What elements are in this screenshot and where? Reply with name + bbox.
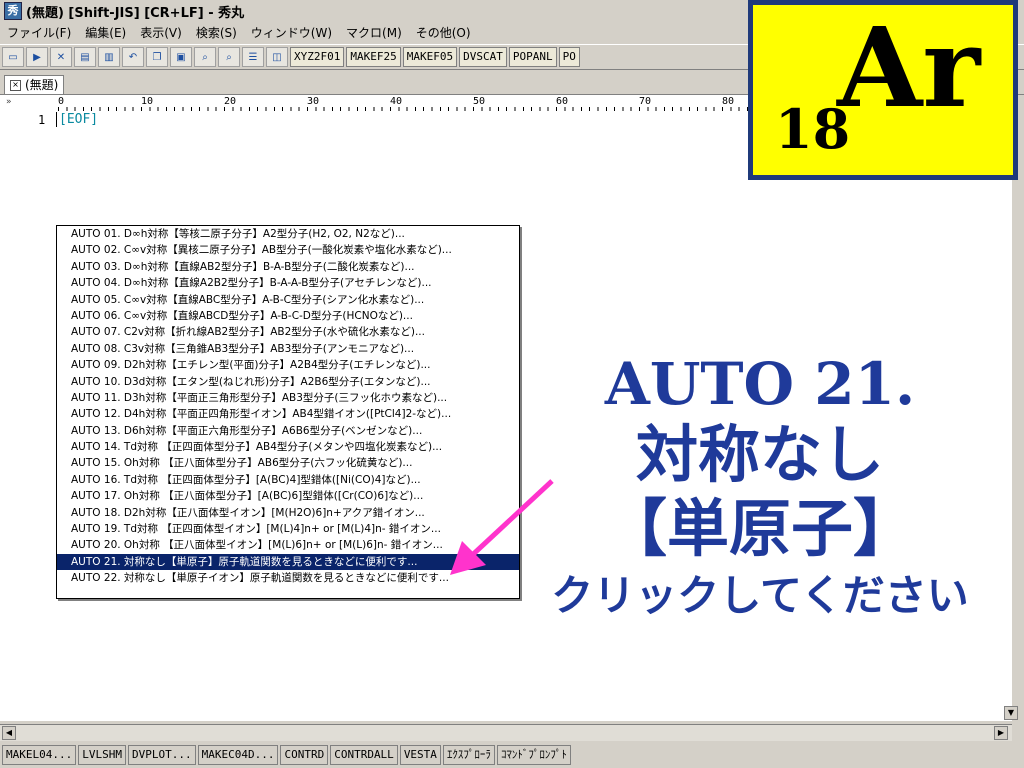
menu-other[interactable]: その他(O) — [409, 24, 478, 41]
status-bar: MAKEL04... LVLSHM DVPLOT... MAKEC04D... CONT… — [0, 742, 1024, 768]
instruction-annotation: AUTO 21. 対称なし 【単原子】 クリックしてください — [520, 350, 1000, 626]
annotation-line-4: クリックしてください — [551, 571, 969, 620]
popup-menu-item[interactable]: AUTO 02. C∞v対称【異核二原子分子】AB型分子(一酸化炭素や塩化水素な… — [57, 242, 519, 258]
popup-menu-item[interactable]: AUTO 09. D2h対称【エチレン型(平面)分子】A2B4型分子(エチレンな… — [57, 357, 519, 373]
statusbar-macro-button[interactable]: ｴｸｽﾌﾟﾛｰﾗ — [442, 745, 495, 765]
save-as-icon[interactable]: ▥ — [98, 47, 120, 67]
menu-macro[interactable]: マクロ(M) — [339, 24, 409, 41]
popup-menu-item[interactable]: AUTO 06. C∞v対称【直線ABCD型分子】A-B-C-D型分子(HCNO… — [57, 308, 519, 324]
close-tab-icon[interactable]: × — [10, 80, 21, 91]
menu-edit[interactable]: 編集(E) — [78, 24, 133, 41]
scroll-right-icon[interactable]: ▶ — [994, 726, 1008, 740]
popup-menu-item[interactable]: AUTO 11. D3h対称【平面正三角形型分子】AB3型分子(三フッ化ホウ素な… — [57, 390, 519, 406]
ruler-label: 20 — [224, 96, 237, 107]
statusbar-macro-button[interactable]: ｺﾏﾝﾄﾞﾌﾟﾛﾝﾌﾟﾄ — [496, 745, 571, 765]
paste-icon[interactable]: ▣ — [170, 47, 192, 67]
statusbar-macro-button[interactable]: MAKEL04... — [2, 745, 77, 765]
ruler-label: 50 — [473, 96, 486, 107]
macro-button-makef25[interactable]: MAKEF25 — [346, 47, 401, 67]
macro-button-xyz2f01[interactable]: XYZ2F01 — [290, 47, 345, 67]
popup-menu-item[interactable]: AUTO 08. C3v対称【三角錐AB3型分子】AB3型分子(アンモニアなど)… — [57, 341, 519, 357]
statusbar-macro-button[interactable]: CONTRDALL — [330, 745, 398, 765]
popup-menu-item[interactable]: AUTO 07. C2v対称【折れ線AB2型分子】AB2型分子(水や硫化水素など… — [57, 324, 519, 340]
statusbar-macro-button[interactable]: DVPLOT... — [127, 745, 196, 765]
element-badge: 18 Ar — [748, 0, 1018, 180]
menu-window[interactable]: ウィンドウ(W) — [244, 24, 339, 41]
popup-menu-item[interactable]: AUTO 15. Oh対称 【正八面体型分子】AB6型分子(六フッ化硫黄など).… — [57, 455, 519, 471]
macro-button-popanl[interactable]: POPANL — [508, 47, 557, 67]
scroll-left-icon[interactable]: ◀ — [2, 726, 16, 740]
statusbar-macro-button[interactable]: VESTA — [399, 745, 441, 765]
ruler-label: 70 — [639, 96, 652, 107]
popup-menu-item[interactable]: AUTO 03. D∞h対称【直線AB2型分子】B-A-B型分子(二酸化炭素など… — [57, 259, 519, 275]
statusbar-macro-button[interactable]: LVLSHM — [78, 745, 126, 765]
window-icon[interactable]: ☰ — [242, 47, 264, 67]
statusbar-macro-button[interactable]: MAKEC04D... — [197, 745, 279, 765]
copy-icon[interactable]: ❐ — [146, 47, 168, 67]
save-icon[interactable]: ▤ — [74, 47, 96, 67]
ruler-label: 80 — [722, 96, 735, 107]
line-number: 1 — [38, 113, 46, 127]
menu-view[interactable]: 表示(V) — [133, 24, 189, 41]
gutter-marker-icon: » — [6, 97, 12, 107]
close-file-icon[interactable]: ✕ — [50, 47, 72, 67]
hidemaru-app-icon[interactable]: 秀 — [4, 2, 22, 20]
ruler-label: 10 — [141, 96, 154, 107]
popup-menu-item[interactable]: AUTO 04. D∞h対称【直線A2B2型分子】B-A-A-B型分子(アセチレ… — [57, 275, 519, 291]
annotation-line-1: AUTO 21. — [604, 350, 916, 418]
split-icon[interactable]: ◫ — [266, 47, 288, 67]
macro-button-po[interactable]: PO — [558, 47, 580, 67]
ruler-label: 40 — [390, 96, 403, 107]
new-file-icon[interactable]: ▭ — [2, 47, 24, 67]
statusbar-macro-button[interactable]: CONTRD — [280, 745, 329, 765]
eof-marker: [EOF] — [56, 112, 98, 127]
ruler-label: 30 — [307, 96, 320, 107]
popup-menu-item[interactable]: AUTO 13. D6h対称【平面正六角形型分子】A6B6型分子(ベンゼンなど)… — [57, 423, 519, 439]
undo-icon[interactable]: ↶ — [122, 47, 144, 67]
scroll-down-icon[interactable]: ▼ — [1004, 706, 1018, 720]
ruler-label: 0 — [58, 96, 65, 107]
ruler-label: 60 — [556, 96, 569, 107]
tab-label: (無題) — [25, 78, 59, 92]
column-ruler: 0 10 20 30 40 50 60 70 80 — [58, 96, 758, 111]
popup-menu-item[interactable]: AUTO 14. Td対称 【正四面体型分子】AB4型分子(メタンや四塩化炭素な… — [57, 439, 519, 455]
popup-menu-item[interactable]: AUTO 05. C∞v対称【直線ABC型分子】A-B-C型分子(シアン化水素な… — [57, 292, 519, 308]
tab-untitled[interactable]: × (無題) — [4, 75, 65, 94]
find-next-icon[interactable]: ⌕ — [218, 47, 240, 67]
menu-file[interactable]: ファイル(F) — [0, 24, 78, 41]
popup-menu-item[interactable]: AUTO 10. D3d対称【エタン型(ねじれ形)分子】A2B6型分子(エタンな… — [57, 374, 519, 390]
macro-button-makef05[interactable]: MAKEF05 — [402, 47, 458, 67]
annotation-line-2: 対称なし — [635, 418, 884, 491]
popup-menu-item[interactable]: AUTO 01. D∞h対称【等核二原子分子】A2型分子(H2, O2, N2な… — [57, 226, 519, 242]
horizontal-scrollbar[interactable]: ◀ ▶ — [0, 724, 1012, 741]
popup-menu-item[interactable]: AUTO 12. D4h対称【平面正四角形型イオン】AB4型錯イオン([PtCl… — [57, 406, 519, 422]
window-title: (無題) [Shift-JIS] [CR+LF] - 秀丸 — [26, 5, 245, 21]
open-file-icon[interactable]: ▶ — [26, 47, 48, 67]
menu-search[interactable]: 検索(S) — [189, 24, 244, 41]
find-icon[interactable]: ⌕ — [194, 47, 216, 67]
annotation-line-3: 【単原子】 — [604, 492, 915, 565]
element-symbol: Ar — [837, 3, 981, 132]
macro-button-dvscat[interactable]: DVSCAT — [459, 47, 507, 67]
